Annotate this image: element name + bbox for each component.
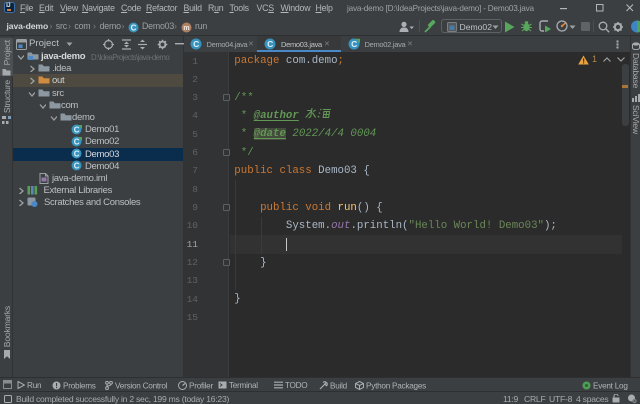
svg-text:C: C <box>74 125 80 134</box>
svg-text:C: C <box>74 162 80 171</box>
svg-text:C: C <box>130 23 136 32</box>
svg-text:m: m <box>183 25 189 32</box>
svg-text:C: C <box>193 39 199 49</box>
svg-text:C: C <box>351 39 357 49</box>
svg-text:C: C <box>74 137 80 146</box>
svg-text:C: C <box>267 39 273 49</box>
svg-text:C: C <box>74 149 80 158</box>
